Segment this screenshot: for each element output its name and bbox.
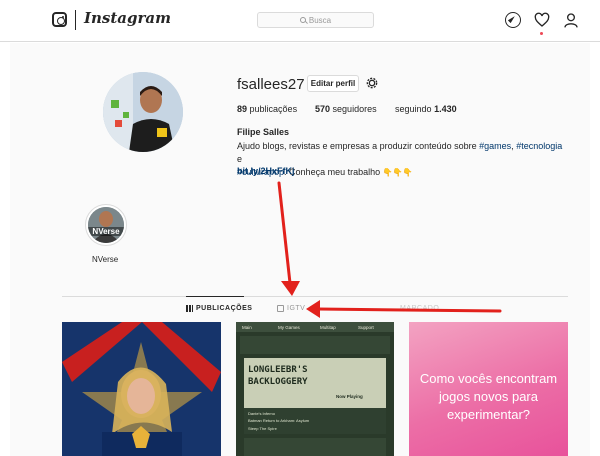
instagram-glyph-icon[interactable] bbox=[52, 12, 67, 27]
post-2-title-2: BACKLOGGERY bbox=[248, 377, 308, 387]
bio-text-end: e bbox=[237, 154, 243, 164]
tab-igtv-label: IGTV bbox=[287, 305, 306, 312]
pointing-down-emoji: 👇👇👇 bbox=[382, 168, 413, 177]
search-placeholder: Busca bbox=[308, 15, 332, 25]
posts-stat[interactable]: 89 publicações bbox=[237, 104, 297, 114]
post-thumbnail-3[interactable]: Como vocês encontram jogos novos para ex… bbox=[409, 322, 568, 456]
tabs-divider bbox=[62, 296, 568, 297]
followers-stat[interactable]: 570 seguidores bbox=[315, 104, 377, 114]
post-2-title-1: LONGLEEBR'S bbox=[248, 365, 308, 375]
post-thumbnail-2[interactable]: Main My Games Multitap Support LONGLEEBR… bbox=[236, 322, 394, 456]
search-input[interactable]: Busca bbox=[257, 12, 374, 28]
followers-label: seguidores bbox=[332, 104, 377, 114]
avatar-photo bbox=[103, 72, 183, 152]
post-2-item-2: Batman Return to Arkham: Asylum bbox=[248, 418, 310, 423]
bio-text: Ajudo blogs, revistas e empresas a produ… bbox=[237, 141, 480, 151]
profile-full-name: Filipe Salles bbox=[237, 127, 290, 137]
compass-icon[interactable] bbox=[505, 12, 521, 28]
post-2-screenshot: Main My Games Multitap Support LONGLEEBR… bbox=[236, 322, 394, 456]
post-2-nav-multitap: Multitap bbox=[320, 325, 336, 330]
hashtag-tecnologia[interactable]: #tecnologia bbox=[516, 141, 562, 151]
posts-label: publicações bbox=[249, 104, 298, 114]
post-2-item-1: Dante's Inferno bbox=[248, 411, 276, 416]
highlight-cover-text: NVerse bbox=[92, 227, 120, 236]
story-highlight[interactable]: NVerse bbox=[85, 204, 127, 246]
tab-igtv[interactable]: IGTV bbox=[277, 305, 305, 312]
tab-publicacoes-label: PUBLICAÇÕES bbox=[196, 305, 253, 312]
highlight-cover-image: NVerse bbox=[88, 207, 124, 243]
post-2-nav-games: My Games bbox=[278, 325, 301, 330]
following-count: 1.430 bbox=[434, 104, 457, 114]
post-thumbnail-1[interactable] bbox=[62, 322, 221, 456]
highlight-label: NVerse bbox=[92, 255, 119, 264]
tab-publicacoes[interactable]: PUBLICAÇÕES bbox=[186, 305, 252, 312]
following-label: seguindo bbox=[395, 104, 432, 114]
tab-marcado-label: MARCADO bbox=[400, 305, 440, 312]
grid-icon bbox=[186, 305, 193, 312]
logo-divider bbox=[75, 10, 76, 30]
hashtag-games[interactable]: #games bbox=[479, 141, 511, 151]
tab-marcado[interactable]: MARCADO bbox=[400, 305, 439, 312]
highlight-cover: NVerse bbox=[88, 207, 124, 243]
top-navigation-bar: Instagram Busca bbox=[0, 0, 600, 42]
active-tab-indicator bbox=[186, 296, 244, 297]
edit-profile-button[interactable]: Editar perfil bbox=[307, 75, 359, 92]
window-frame-right bbox=[590, 0, 600, 456]
bio-link[interactable]: bit.ly/2HxFfKj bbox=[237, 166, 295, 176]
gear-icon[interactable] bbox=[364, 75, 380, 91]
profile-username: fsallees27 bbox=[237, 76, 305, 93]
post-2-nav-main: Main bbox=[242, 325, 252, 330]
post-3-text: Como vocês encontram jogos novos para ex… bbox=[419, 371, 558, 422]
person-icon[interactable] bbox=[563, 12, 579, 28]
search-icon bbox=[299, 17, 306, 23]
bio-text-2: . Conheça meu trabalho bbox=[284, 167, 383, 177]
post-1-image bbox=[62, 322, 221, 456]
notification-dot bbox=[540, 32, 543, 35]
post-2-section: Now Playing bbox=[336, 394, 363, 399]
posts-count: 89 bbox=[237, 104, 248, 114]
post-2-nav-support: Support bbox=[358, 325, 375, 330]
instagram-wordmark[interactable]: Instagram bbox=[84, 9, 171, 27]
igtv-icon bbox=[277, 305, 284, 312]
heart-icon[interactable] bbox=[534, 12, 550, 28]
followers-count: 570 bbox=[315, 104, 331, 114]
window-frame-left bbox=[0, 0, 10, 456]
post-2-item-3: Steep The Spire bbox=[248, 426, 278, 431]
following-stat[interactable]: seguindo 1.430 bbox=[395, 104, 457, 114]
profile-avatar[interactable] bbox=[103, 72, 183, 152]
